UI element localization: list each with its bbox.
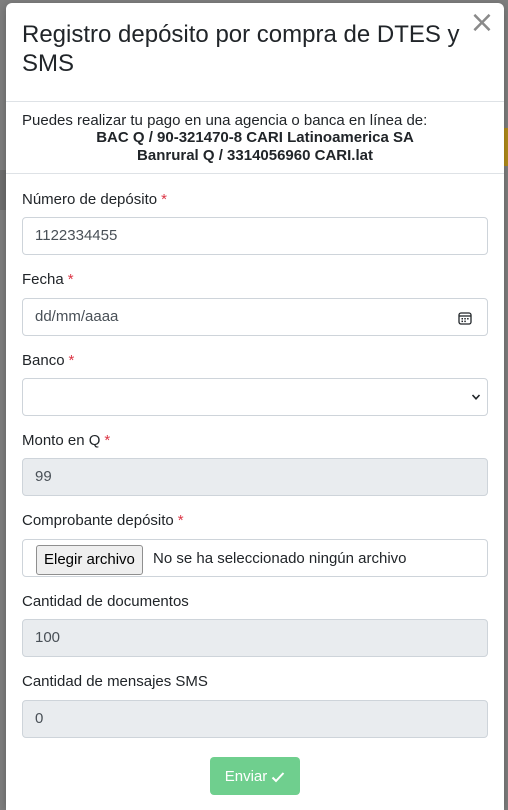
required-marker: * (68, 352, 75, 369)
receipt-label-text: Comprobante depósito (22, 512, 174, 529)
calendar-icon[interactable] (458, 311, 472, 325)
date-input[interactable]: dd/mm/aaaa (22, 298, 488, 336)
check-icon (272, 771, 285, 782)
date-placeholder: dd/mm/aaaa (35, 308, 119, 325)
submit-label: Enviar (224, 767, 268, 785)
amount-label-text: Monto en Q (22, 432, 101, 449)
close-icon: × (469, 5, 495, 40)
documents-qty-label: Cantidad de documentos (22, 593, 189, 611)
amount-label: Monto en Q * (22, 432, 110, 450)
sms-qty-label: Cantidad de mensajes SMS (22, 673, 208, 691)
amount-value: 99 (35, 468, 52, 485)
choose-file-button[interactable]: Elegir archivo (36, 545, 143, 575)
bank-select[interactable] (22, 378, 488, 416)
close-button[interactable]: × (468, 8, 496, 38)
receipt-label: Comprobante depósito * (22, 512, 184, 530)
sms-qty-input: 0 (22, 700, 488, 738)
deposit-number-input[interactable]: 1122334455 (22, 217, 488, 255)
sms-qty-label-text: Cantidad de mensajes SMS (22, 673, 208, 690)
deposit-modal: Registro depósito por compra de DTES y S… (6, 3, 504, 810)
documents-qty-value: 100 (35, 629, 61, 646)
required-marker: * (67, 271, 74, 288)
deposit-number-value: 1122334455 (35, 227, 118, 244)
bank-label-text: Banco (22, 352, 65, 369)
payment-info: Puedes realizar tu pago en una agencia o… (6, 102, 504, 174)
sms-qty-value: 0 (35, 710, 44, 727)
date-label-text: Fecha (22, 271, 64, 288)
documents-qty-input: 100 (22, 619, 488, 657)
submit-button[interactable]: Enviar (210, 757, 300, 795)
required-marker: * (177, 512, 184, 529)
bank-account-bac: BAC Q / 90-321470-8 CARI Latinoamerica S… (96, 129, 414, 146)
modal-header: Registro depósito por compra de DTES y S… (6, 3, 504, 102)
required-marker: * (161, 191, 167, 208)
deposit-number-label-text: Número de depósito (22, 191, 158, 208)
file-status: No se ha seleccionado ningún archivo (153, 550, 407, 567)
documents-qty-label-text: Cantidad de documentos (22, 593, 189, 610)
date-label: Fecha * (22, 271, 74, 289)
bank-account-banrural: Banrural Q / 3314056960 CARI.lat (137, 147, 373, 164)
modal-title: Registro depósito por compra de DTES y S… (22, 21, 460, 77)
deposit-number-label: Número de depósito * (22, 191, 167, 209)
bank-label: Banco * (22, 352, 74, 370)
payment-intro: Puedes realizar tu pago en una agencia o… (22, 112, 428, 129)
required-marker: * (104, 432, 111, 449)
chevron-down-icon (471, 394, 481, 400)
amount-input: 99 (22, 458, 488, 496)
receipt-file-input: Elegir archivo No se ha seleccionado nin… (22, 539, 488, 577)
